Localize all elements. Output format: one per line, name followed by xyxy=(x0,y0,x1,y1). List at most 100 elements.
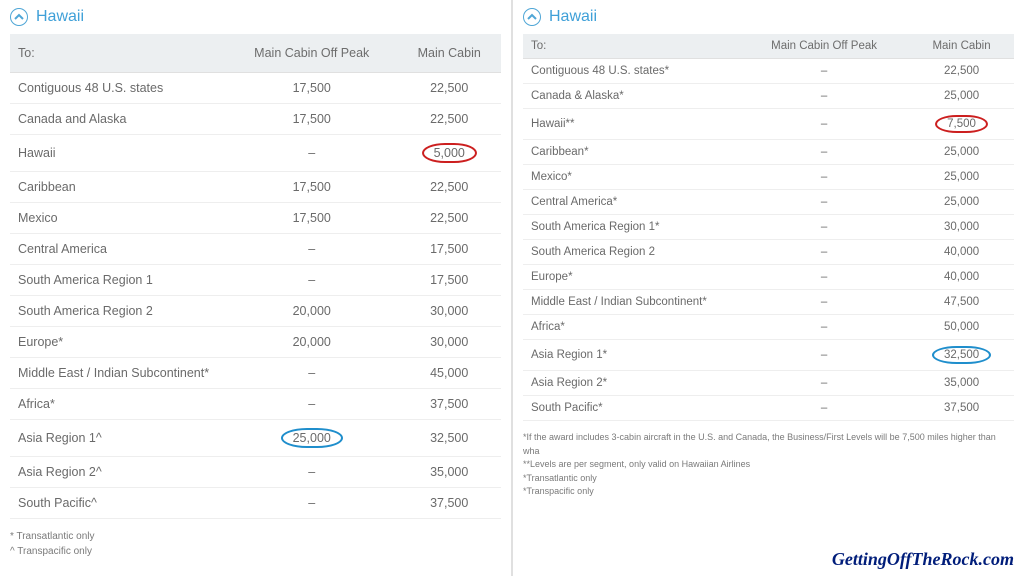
table-body: Contiguous 48 U.S. states17,50022,500Can… xyxy=(10,73,501,519)
table-row: Central America–17,500 xyxy=(10,234,501,265)
cell-offpeak: – xyxy=(739,315,909,340)
cell-offpeak: – xyxy=(226,135,397,172)
cell-offpeak: – xyxy=(739,340,909,371)
cell-offpeak: – xyxy=(226,488,397,519)
cell-main: 47,500 xyxy=(909,290,1014,315)
footnotes-right: *If the award includes 3-cabin aircraft … xyxy=(523,431,1014,499)
table-row: Africa*–37,500 xyxy=(10,389,501,420)
cell-offpeak: – xyxy=(739,371,909,396)
cell-destination: Europe* xyxy=(523,265,739,290)
footnote-line: *Transatlantic only xyxy=(523,472,1014,486)
cell-destination: Central America* xyxy=(523,190,739,215)
cell-destination: Contiguous 48 U.S. states* xyxy=(523,59,739,84)
cell-destination: Asia Region 1^ xyxy=(10,420,226,457)
cell-destination: South America Region 1 xyxy=(10,265,226,296)
cell-offpeak: – xyxy=(739,265,909,290)
cell-offpeak: – xyxy=(739,140,909,165)
cell-destination: South America Region 2 xyxy=(523,240,739,265)
cell-destination: Middle East / Indian Subcontinent* xyxy=(523,290,739,315)
footnote-line: ^ Transpacific only xyxy=(10,544,501,559)
table-row: Mexico17,50022,500 xyxy=(10,203,501,234)
cell-destination: Canada & Alaska* xyxy=(523,84,739,109)
section-title: Hawaii xyxy=(36,8,84,26)
highlight-circle: 25,000 xyxy=(281,428,343,448)
table-row: South America Region 2–40,000 xyxy=(523,240,1014,265)
table-row: Europe*–40,000 xyxy=(523,265,1014,290)
cell-offpeak: – xyxy=(739,109,909,140)
cell-main: 22,500 xyxy=(909,59,1014,84)
col-offpeak: Main Cabin Off Peak xyxy=(226,34,397,73)
cell-destination: South America Region 2 xyxy=(10,296,226,327)
cell-offpeak: – xyxy=(739,59,909,84)
cell-main: 22,500 xyxy=(397,172,501,203)
cell-main: 30,000 xyxy=(397,296,501,327)
cell-main: 17,500 xyxy=(397,234,501,265)
col-offpeak: Main Cabin Off Peak xyxy=(739,34,909,59)
table-row: Canada and Alaska17,50022,500 xyxy=(10,104,501,135)
table-row: Contiguous 48 U.S. states*–22,500 xyxy=(523,59,1014,84)
cell-offpeak: – xyxy=(739,190,909,215)
cell-main: 32,500 xyxy=(909,340,1014,371)
cell-main: 32,500 xyxy=(397,420,501,457)
right-award-chart: Hawaii To: Main Cabin Off Peak Main Cabi… xyxy=(513,0,1024,576)
col-to: To: xyxy=(10,34,226,73)
cell-offpeak: – xyxy=(739,290,909,315)
cell-destination: Europe* xyxy=(10,327,226,358)
cell-offpeak: – xyxy=(739,240,909,265)
table-row: Africa*–50,000 xyxy=(523,315,1014,340)
cell-offpeak: 17,500 xyxy=(226,73,397,104)
cell-destination: Asia Region 2* xyxy=(523,371,739,396)
cell-main: 30,000 xyxy=(909,215,1014,240)
section-header[interactable]: Hawaii xyxy=(10,8,501,26)
cell-destination: Mexico* xyxy=(523,165,739,190)
cell-main: 7,500 xyxy=(909,109,1014,140)
cell-destination: Canada and Alaska xyxy=(10,104,226,135)
footnote-line: * Transatlantic only xyxy=(10,529,501,544)
cell-offpeak: 17,500 xyxy=(226,203,397,234)
cell-destination: Africa* xyxy=(10,389,226,420)
table-row: Middle East / Indian Subcontinent*–47,50… xyxy=(523,290,1014,315)
cell-destination: Mexico xyxy=(10,203,226,234)
cell-main: 25,000 xyxy=(909,165,1014,190)
cell-offpeak: – xyxy=(739,215,909,240)
section-header[interactable]: Hawaii xyxy=(523,8,1014,26)
table-row: Contiguous 48 U.S. states17,50022,500 xyxy=(10,73,501,104)
table-header-row: To: Main Cabin Off Peak Main Cabin xyxy=(10,34,501,73)
table-header-row: To: Main Cabin Off Peak Main Cabin xyxy=(523,34,1014,59)
cell-main: 40,000 xyxy=(909,265,1014,290)
cell-main: 5,000 xyxy=(397,135,501,172)
cell-destination: Middle East / Indian Subcontinent* xyxy=(10,358,226,389)
cell-destination: Hawaii xyxy=(10,135,226,172)
table-row: Asia Region 1^ 25,000 32,500 xyxy=(10,420,501,457)
table-row: Hawaii–5,000 xyxy=(10,135,501,172)
footnote-line: **Levels are per segment, only valid on … xyxy=(523,458,1014,472)
cell-destination: Contiguous 48 U.S. states xyxy=(10,73,226,104)
table-row: Hawaii**–7,500 xyxy=(523,109,1014,140)
chevron-up-icon[interactable] xyxy=(523,8,541,26)
cell-main: 35,000 xyxy=(397,457,501,488)
cell-offpeak: – xyxy=(226,389,397,420)
chevron-up-icon[interactable] xyxy=(10,8,28,26)
cell-main: 22,500 xyxy=(397,203,501,234)
cell-main: 22,500 xyxy=(397,73,501,104)
cell-main: 37,500 xyxy=(397,488,501,519)
section-title: Hawaii xyxy=(549,8,597,26)
award-table-left: To: Main Cabin Off Peak Main Cabin Conti… xyxy=(10,34,501,519)
cell-main: 35,000 xyxy=(909,371,1014,396)
cell-main: 45,000 xyxy=(397,358,501,389)
cell-destination: Asia Region 2^ xyxy=(10,457,226,488)
footnote-line: *If the award includes 3-cabin aircraft … xyxy=(523,431,1014,458)
footnote-line: *Transpacific only xyxy=(523,485,1014,499)
cell-offpeak: 20,000 xyxy=(226,296,397,327)
cell-main: 40,000 xyxy=(909,240,1014,265)
cell-offpeak: – xyxy=(226,265,397,296)
cell-destination: Caribbean* xyxy=(523,140,739,165)
table-row: South Pacific*–37,500 xyxy=(523,396,1014,421)
cell-offpeak: – xyxy=(739,84,909,109)
cell-offpeak: – xyxy=(226,234,397,265)
footnotes-left: * Transatlantic only^ Transpacific only xyxy=(10,529,501,559)
cell-offpeak: 20,000 xyxy=(226,327,397,358)
cell-main: 25,000 xyxy=(909,140,1014,165)
cell-destination: Hawaii** xyxy=(523,109,739,140)
cell-destination: South Pacific^ xyxy=(10,488,226,519)
